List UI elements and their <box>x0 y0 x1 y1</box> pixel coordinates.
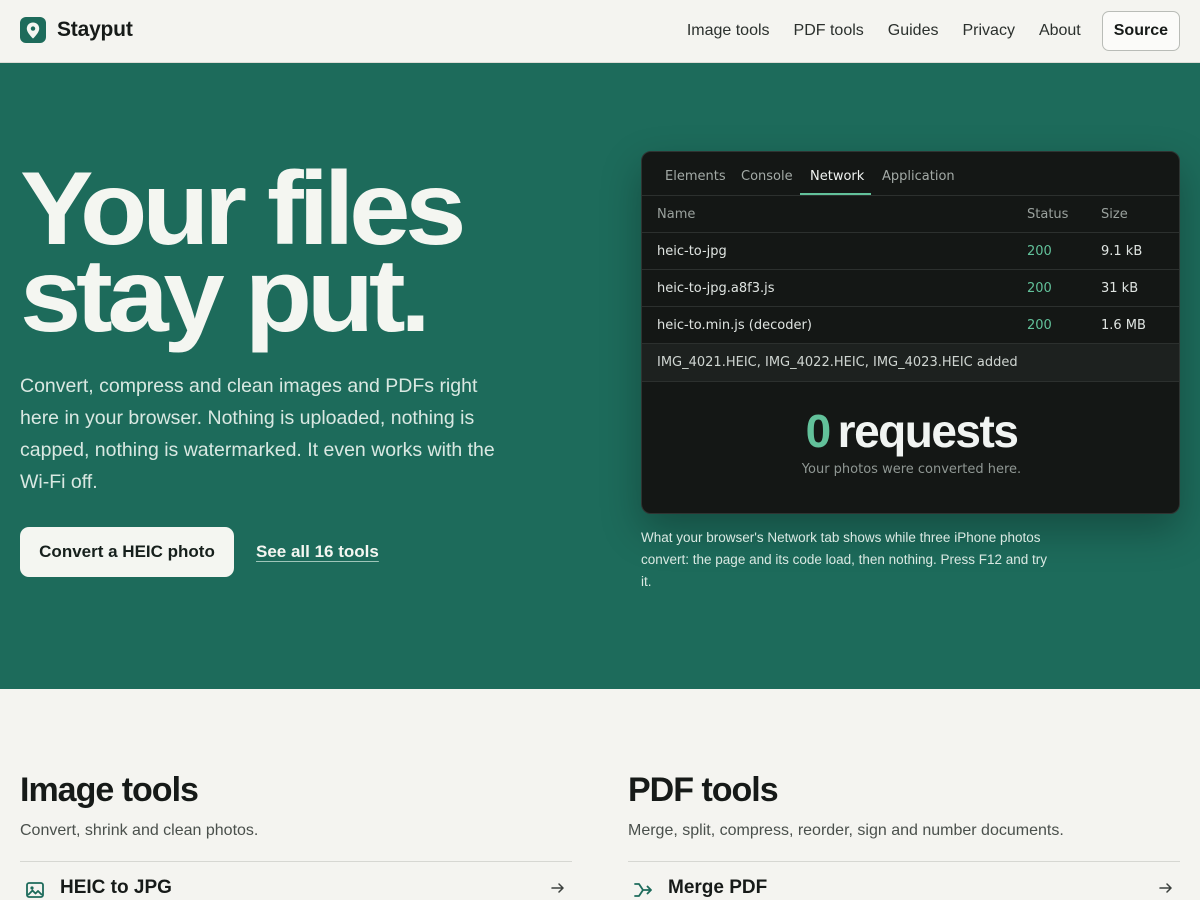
row-name: heic-to-jpg.a8f3.js <box>657 281 775 296</box>
column-size: Size <box>1101 207 1128 222</box>
row-size: 31 kB <box>1101 281 1139 296</box>
nav-privacy[interactable]: Privacy <box>962 22 1014 40</box>
brand-name: Stayput <box>57 18 133 41</box>
files-added-log: IMG_4021.HEIC, IMG_4022.HEIC, IMG_4023.H… <box>642 344 1179 382</box>
image-tools-section: Image tools Convert, shrink and clean ph… <box>20 771 572 898</box>
row-size: 1.6 MB <box>1101 318 1146 333</box>
convert-heic-button[interactable]: Convert a HEIC photo <box>20 527 234 577</box>
nav-pdf-tools[interactable]: PDF tools <box>794 22 864 40</box>
pdf-tools-section: PDF tools Merge, split, compress, reorde… <box>628 771 1180 898</box>
row-status: 200 <box>1027 244 1052 259</box>
request-count-value: 0 <box>805 405 832 457</box>
section-title: PDF tools <box>628 771 779 809</box>
site-header: Stayput Image tools PDF tools Guides Pri… <box>0 0 1200 63</box>
hero-section: Your files stay put. Convert, compress a… <box>0 63 1200 689</box>
tab-network: Network <box>810 169 865 184</box>
table-row: heic-to-jpg 200 9.1 kB <box>642 233 1179 270</box>
arrow-right-icon <box>551 883 564 893</box>
request-count: 0 requests <box>642 404 1179 458</box>
devtools-tabs: Elements Console Network Application <box>642 152 1179 196</box>
devtools-caption: What your browser's Network tab shows wh… <box>641 530 1048 589</box>
tab-application: Application <box>882 169 955 184</box>
tool-name: Merge PDF <box>668 877 768 898</box>
column-status: Status <box>1027 207 1069 222</box>
network-devtools-mock: Elements Console Network Application Nam… <box>641 151 1180 514</box>
nav-about[interactable]: About <box>1039 22 1081 40</box>
converted-here-note: Your photos were converted here. <box>801 462 1022 477</box>
request-count-label: requests <box>837 405 1019 457</box>
row-name: heic-to.min.js (decoder) <box>657 318 812 333</box>
source-button[interactable]: Source <box>1101 11 1180 51</box>
table-row: heic-to.min.js (decoder) 200 1.6 MB <box>642 307 1179 344</box>
hero-description: Convert, compress and clean images and P… <box>20 375 495 493</box>
column-name: Name <box>657 207 696 222</box>
main-nav: Image tools PDF tools Guides Privacy Abo… <box>687 11 1180 51</box>
hero-title-line-2: stay put. <box>20 238 431 355</box>
table-row: heic-to-jpg.a8f3.js 200 31 kB <box>642 270 1179 307</box>
nav-guides[interactable]: Guides <box>888 22 939 40</box>
log-text: IMG_4021.HEIC, IMG_4022.HEIC, IMG_4023.H… <box>657 355 1018 370</box>
brand-logo[interactable]: Stayput <box>20 17 133 43</box>
nav-image-tools[interactable]: Image tools <box>687 22 770 40</box>
tool-merge-pdf[interactable]: Merge PDF <box>628 861 1180 900</box>
row-name: heic-to-jpg <box>657 244 727 259</box>
active-tab-indicator <box>800 193 871 195</box>
merge-icon <box>634 883 652 897</box>
tab-elements: Elements <box>665 169 726 184</box>
network-table-header: Name Status Size <box>642 196 1179 233</box>
image-icon <box>26 882 44 898</box>
see-all-tools-link[interactable]: See all 16 tools <box>256 542 379 562</box>
arrow-right-icon <box>1159 883 1172 893</box>
row-status: 200 <box>1027 318 1052 333</box>
hero-title: Your files stay put. <box>20 157 635 355</box>
row-size: 9.1 kB <box>1101 244 1143 259</box>
location-pin-icon <box>20 17 46 43</box>
section-title: Image tools <box>20 771 199 809</box>
row-status: 200 <box>1027 281 1052 296</box>
tab-console: Console <box>741 169 793 184</box>
section-subtitle: Convert, shrink and clean photos. <box>20 822 259 839</box>
section-subtitle: Merge, split, compress, reorder, sign an… <box>628 822 1064 839</box>
tool-name: HEIC to JPG <box>60 877 172 898</box>
tool-heic-to-jpg[interactable]: HEIC to JPG <box>20 861 572 900</box>
